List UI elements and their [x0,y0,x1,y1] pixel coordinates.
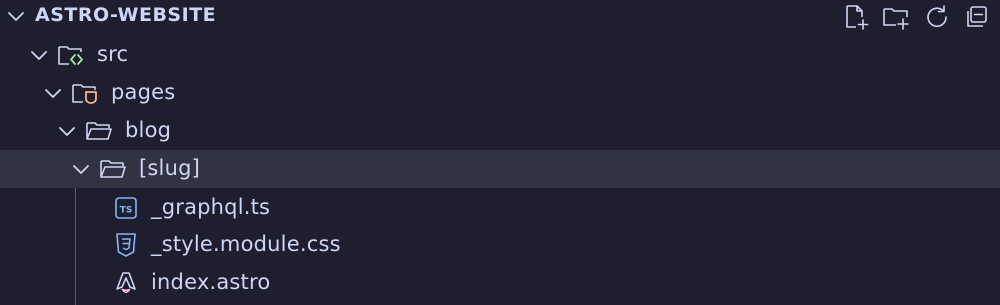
tree-item-slug[interactable]: [slug] [0,150,1000,188]
tree-item-label: pages [111,80,176,104]
typescript-icon: TS [112,196,140,220]
folder-open-icon [99,157,127,181]
tree-item-src[interactable]: src [0,36,1000,74]
svg-text:TS: TS [120,206,133,216]
tree-item-pages[interactable]: pages [0,74,1000,112]
collapse-all-icon[interactable] [963,3,991,31]
tree-item-blog[interactable]: blog [0,112,1000,150]
css-icon [112,233,140,257]
tree-item-label: _graphql.ts [151,195,271,219]
chevron-down-icon[interactable] [43,83,63,103]
tree-item-graphql-ts[interactable]: TS _graphql.ts [0,189,1000,227]
new-folder-icon[interactable] [882,3,910,31]
new-file-icon[interactable] [842,3,870,31]
astro-icon [112,271,140,295]
tree-item-label: blog [125,118,172,142]
tree-item-label: index.astro [151,270,271,294]
explorer-title: ASTRO-WEBSITE [35,4,217,26]
tree-item-index-astro[interactable]: index.astro [0,264,1000,302]
tree-item-label: src [97,42,129,66]
tree-item-style-module-css[interactable]: _style.module.css [0,226,1000,264]
folder-open-icon [85,119,113,143]
explorer-header[interactable]: ASTRO-WEBSITE [0,0,1000,34]
folder-pages-icon [71,81,99,105]
refresh-icon[interactable] [923,3,951,31]
chevron-down-icon[interactable] [29,45,49,65]
chevron-down-icon[interactable] [71,159,91,179]
tree-item-label: [slug] [139,156,201,180]
chevron-down-icon[interactable] [57,121,77,141]
chevron-down-icon[interactable] [6,6,26,26]
tree-item-label: _style.module.css [151,232,341,256]
folder-src-icon [57,43,85,67]
